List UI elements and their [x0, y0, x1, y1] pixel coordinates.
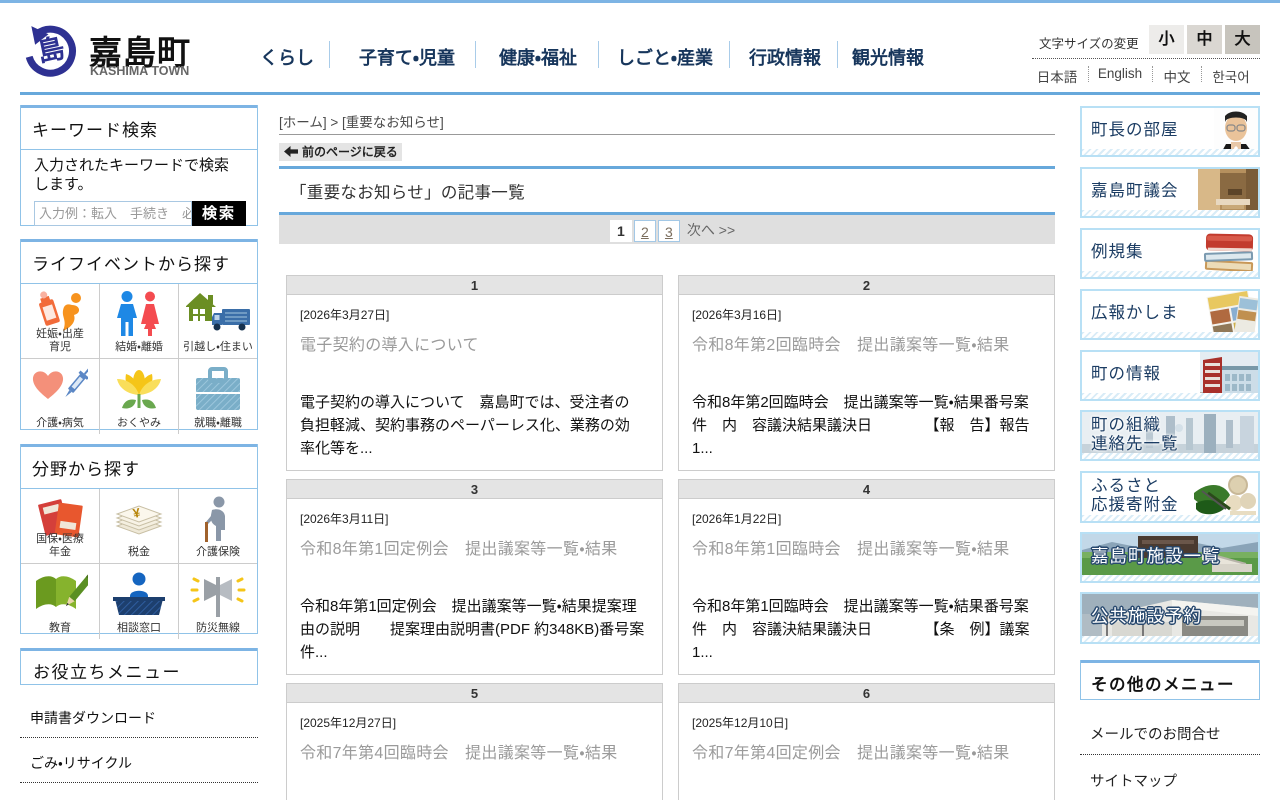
- svg-text:島: 島: [35, 33, 68, 68]
